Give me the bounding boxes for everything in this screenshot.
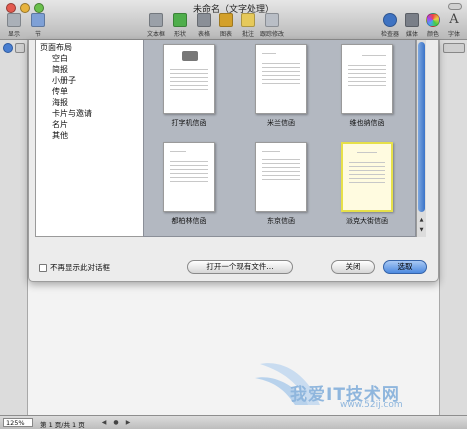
chart-icon <box>219 13 233 27</box>
category-item-brief[interactable]: 简报 <box>52 64 68 75</box>
fonts-icon: A <box>449 12 459 27</box>
template-label: 都柏林信函 <box>171 217 207 225</box>
split-view-button[interactable] <box>443 43 465 53</box>
toolbar-inspector-label: 检查器 <box>380 31 399 38</box>
toolbar-textbox-label: 文本框 <box>146 31 165 38</box>
toolbar-section-label: 节 <box>34 31 41 38</box>
dont-show-again-checkbox[interactable] <box>39 263 47 272</box>
template-park-avenue-letter[interactable]: 派克大街信函 <box>338 142 396 226</box>
toolbar-shapes-label: 形状 <box>173 31 186 38</box>
template-thumbnail <box>163 142 215 212</box>
previous-page-icon[interactable]: ◀ <box>100 419 108 427</box>
toolbar-media-label: 媒体 <box>405 31 418 38</box>
template-label: 米兰信函 <box>267 119 295 127</box>
scroll-down-arrow-icon[interactable]: ▼ <box>418 226 425 234</box>
category-item-cards-invitations[interactable]: 卡片与邀请 <box>52 108 92 119</box>
toolbar-colors-label: 颜色 <box>426 31 439 38</box>
view-icon <box>7 13 21 27</box>
left-sidebar-strip <box>0 40 28 415</box>
template-dublin-letter[interactable]: 都柏林信函 <box>160 142 218 226</box>
dont-show-again-label: 不再显示此对话框 <box>50 263 110 272</box>
title-toolbar-bar: 未命名（文字处理） 显示 节 文本框 形状 表格 图表 批注 跟踪修改 检查器 … <box>0 0 467 40</box>
toolbar-track-changes-label: 跟踪修改 <box>259 31 284 38</box>
table-icon <box>197 13 211 27</box>
toolbar-fonts-button[interactable]: A 字体 <box>440 12 467 39</box>
choose-button[interactable]: 选取 <box>383 260 427 274</box>
inspector-icon <box>383 13 397 27</box>
template-grid: 打字机信函 米兰信函 维也纳信函 都柏林信函 东京信函 派克大街信函 <box>143 40 416 237</box>
typewriter-icon <box>182 51 198 61</box>
shapes-icon <box>173 13 187 27</box>
close-button[interactable]: 关闭 <box>331 260 375 274</box>
comment-icon <box>241 13 255 27</box>
open-existing-file-button[interactable]: 打开一个现有文件... <box>187 260 293 274</box>
scrollbar-thumb[interactable] <box>418 42 425 212</box>
template-typewriter-letter[interactable]: 打字机信函 <box>160 44 218 128</box>
track-changes-icon <box>265 13 279 27</box>
thumbnail-view-button[interactable] <box>15 43 25 53</box>
toolbar-table-label: 表格 <box>197 31 210 38</box>
toolbar-comment-label: 批注 <box>241 31 254 38</box>
status-bar: 125% 第 1 页/共 1 页 ◀ ● ▶ <box>0 415 467 429</box>
category-item-business-cards[interactable]: 名片 <box>52 119 68 130</box>
toolbar-view-label: 显示 <box>7 31 20 38</box>
colors-icon <box>426 13 440 27</box>
template-tokyo-letter[interactable]: 东京信函 <box>252 142 310 226</box>
template-label: 东京信函 <box>267 217 295 225</box>
section-icon <box>31 13 45 27</box>
template-thumbnail <box>341 44 393 114</box>
template-milan-letter[interactable]: 米兰信函 <box>252 44 310 128</box>
next-page-icon[interactable]: ▶ <box>124 419 132 427</box>
category-item-other[interactable]: 其他 <box>52 130 68 141</box>
toolbar-chart-label: 图表 <box>219 31 232 38</box>
template-vienna-letter[interactable]: 维也纳信函 <box>338 44 396 128</box>
media-icon <box>405 13 419 27</box>
template-label: 派克大街信函 <box>346 217 388 225</box>
watermark-url: www.52ij.com <box>340 400 403 410</box>
template-thumbnail <box>163 44 215 114</box>
template-thumbnail-selected <box>341 142 393 212</box>
page-indicator: 第 1 页/共 1 页 <box>40 421 85 429</box>
page-nav-circle-icon[interactable]: ● <box>112 419 120 427</box>
template-chooser-sheet: 页面布局 空白 简报 小册子 传单 海报 卡片与邀请 名片 其他 打字机信函 米… <box>28 40 439 282</box>
zoom-select[interactable]: 125% <box>3 418 33 427</box>
textbox-icon <box>149 13 163 27</box>
scroll-up-arrow-icon[interactable]: ▲ <box>418 216 425 224</box>
category-item-flyer[interactable]: 传单 <box>52 86 68 97</box>
toolbar-track-changes-button[interactable]: 跟踪修改 <box>258 13 286 38</box>
category-heading[interactable]: 页面布局 <box>40 42 72 53</box>
toolbar-fonts-label: 字体 <box>447 31 460 38</box>
template-thumbnail <box>255 142 307 212</box>
category-item-blank[interactable]: 空白 <box>52 53 68 64</box>
toolbar-toggle-button[interactable] <box>448 3 462 10</box>
toolbar-section-button[interactable]: 节 <box>24 13 52 38</box>
dont-show-again-option[interactable]: 不再显示此对话框 <box>39 262 110 273</box>
template-thumbnail <box>255 44 307 114</box>
layout-view-button[interactable] <box>3 43 13 53</box>
template-grid-scrollbar[interactable]: ▲ ▼ <box>416 40 426 237</box>
category-list: 页面布局 空白 简报 小册子 传单 海报 卡片与邀请 名片 其他 <box>35 40 147 237</box>
category-item-poster[interactable]: 海报 <box>52 97 68 108</box>
template-label: 打字机信函 <box>171 119 207 127</box>
template-label: 维也纳信函 <box>349 119 385 127</box>
category-item-booklet[interactable]: 小册子 <box>52 75 76 86</box>
